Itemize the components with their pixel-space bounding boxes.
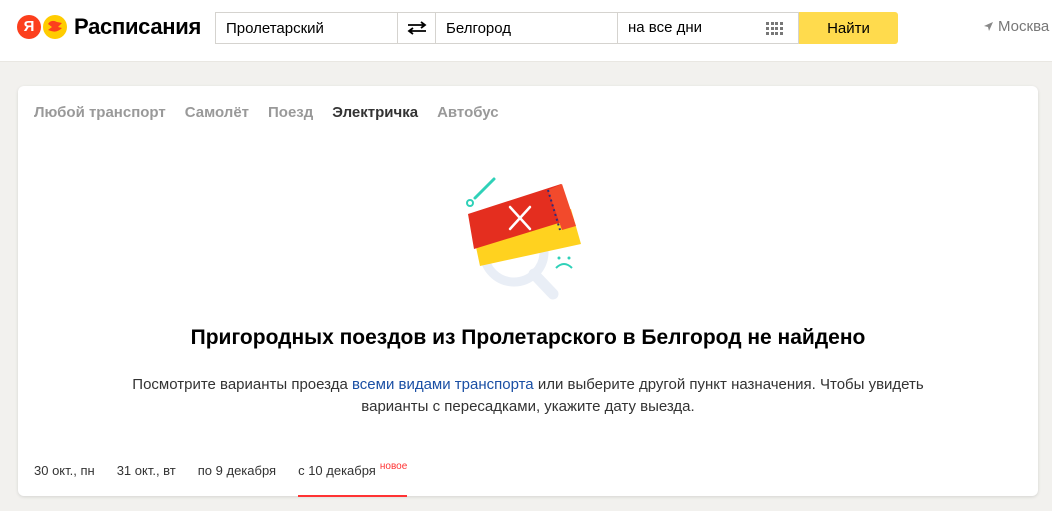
date-tab-from-dec10[interactable]: с 10 декабря новое bbox=[298, 461, 408, 497]
swap-arrows-icon bbox=[407, 21, 426, 35]
search-bar: на все дни Найти bbox=[215, 12, 898, 44]
transport-tabs: Любой транспорт Самолёт Поезд Электричка… bbox=[34, 104, 499, 121]
results-card: Любой транспорт Самолёт Поезд Электричка… bbox=[18, 86, 1038, 497]
schedule-logo-icon[interactable] bbox=[43, 15, 67, 39]
location-arrow-icon bbox=[984, 22, 993, 31]
empty-state-title: Пригородных поездов из Пролетарского в Б… bbox=[190, 326, 866, 349]
empty-state-description: Посмотрите варианты проезда всеми видами… bbox=[132, 376, 924, 415]
tab-any-transport[interactable]: Любой транспорт bbox=[34, 104, 166, 121]
tab-suburban[interactable]: Электричка bbox=[332, 104, 418, 121]
date-tabs: 30 окт., пн 31 окт., вт по 9 декабря с 1… bbox=[34, 461, 408, 497]
tab-bus[interactable]: Автобус bbox=[437, 104, 499, 121]
new-badge: новое bbox=[379, 461, 408, 472]
to-input[interactable] bbox=[436, 12, 618, 44]
city-selector[interactable]: Москва bbox=[983, 18, 1049, 35]
date-tab-oct31[interactable]: 31 окт., вт bbox=[117, 463, 176, 497]
find-button[interactable]: Найти bbox=[799, 12, 898, 44]
swap-button[interactable] bbox=[397, 12, 436, 44]
brand-title[interactable]: Расписания bbox=[74, 14, 201, 40]
tab-train[interactable]: Поезд bbox=[268, 104, 313, 121]
from-input[interactable] bbox=[215, 12, 397, 44]
calendar-icon[interactable] bbox=[766, 22, 783, 35]
city-name: Москва bbox=[998, 18, 1050, 35]
yandex-logo-icon[interactable]: Я bbox=[17, 15, 41, 39]
all-transport-link[interactable]: всеми видами транспорта bbox=[352, 376, 534, 393]
no-results-ticket-icon bbox=[466, 177, 581, 300]
date-tab-until-dec9[interactable]: по 9 декабря bbox=[198, 463, 276, 497]
tab-plane[interactable]: Самолёт bbox=[185, 104, 249, 121]
date-value: на все дни bbox=[628, 19, 703, 36]
date-input[interactable]: на все дни bbox=[618, 12, 799, 44]
date-tab-oct30[interactable]: 30 окт., пн bbox=[34, 463, 95, 497]
header: Я Расписания на все дни Найти bbox=[0, 0, 1052, 62]
